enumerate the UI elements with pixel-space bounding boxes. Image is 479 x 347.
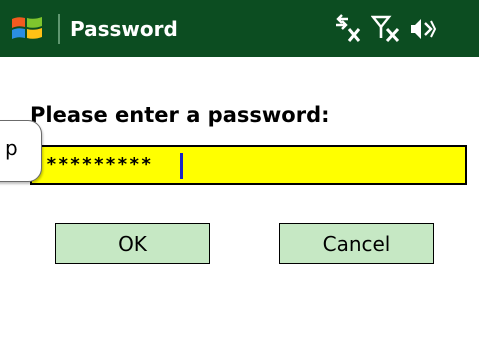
- ok-button[interactable]: OK: [55, 223, 210, 264]
- window-title: Password: [70, 17, 178, 41]
- windows-start-icon[interactable]: [10, 13, 44, 43]
- title-bar: Password: [0, 0, 479, 57]
- password-dialog: Password Please enter a password: ******…: [0, 0, 479, 347]
- cancel-button[interactable]: Cancel: [279, 223, 434, 264]
- password-masked-value: *********: [46, 154, 153, 175]
- text-caret: [180, 153, 183, 179]
- volume-off-icon[interactable]: [408, 14, 438, 44]
- connectivity-disabled-icon[interactable]: [332, 14, 362, 44]
- input-panel-tab[interactable]: p: [0, 120, 42, 182]
- password-input[interactable]: *********: [30, 145, 467, 185]
- password-prompt-label: Please enter a password:: [30, 103, 330, 127]
- signal-off-icon[interactable]: [371, 14, 401, 44]
- title-separator: [58, 14, 60, 44]
- input-panel-tab-label: p: [5, 136, 18, 160]
